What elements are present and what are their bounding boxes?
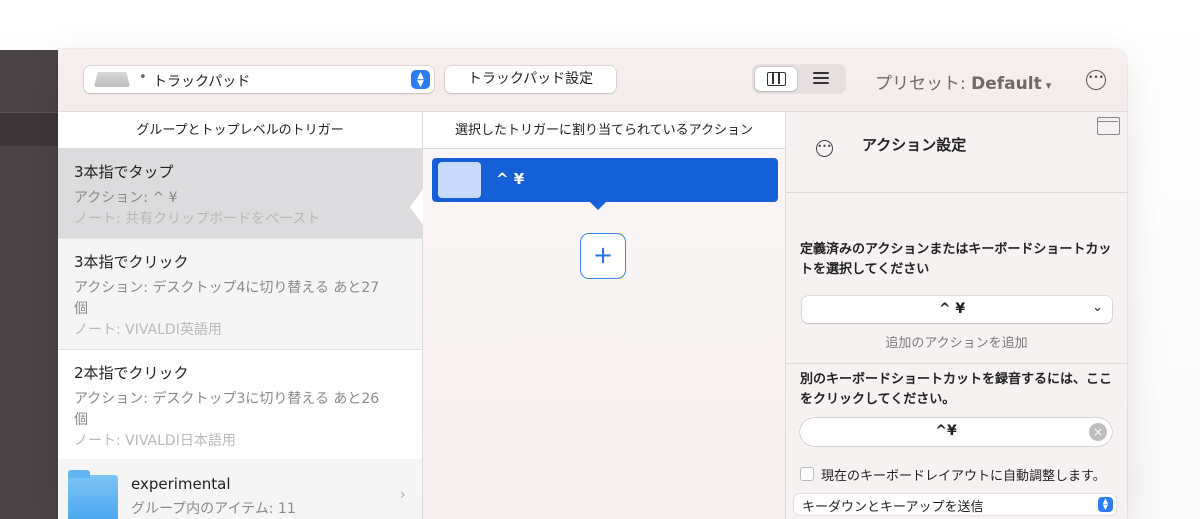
trigger-action: アクション: ^ ¥ <box>74 190 178 206</box>
more-options-icon[interactable]: ••• <box>1086 70 1106 90</box>
add-additional-action-link[interactable]: 追加のアクションを追加 <box>786 332 1127 351</box>
view-mode-segmented-control <box>753 65 845 93</box>
trigger-row[interactable]: 2本指でクリック アクション: デスクトップ3に切り替える あと26個 ノート:… <box>58 350 422 461</box>
shortcut-recorder-field[interactable]: ^¥ × <box>800 418 1112 446</box>
list-icon[interactable] <box>813 72 829 84</box>
add-action-button[interactable]: + <box>580 233 626 279</box>
group-row[interactable]: experimental グループ内のアイテム: 11 › <box>58 459 422 519</box>
trackpad-settings-button[interactable]: トラックパッド設定 <box>445 66 616 93</box>
auto-adjust-label: 現在のキーボードレイアウトに自動調整します。 <box>821 469 1106 484</box>
divider <box>786 363 1127 364</box>
trigger-note: ノート: 共有クリップボードをペースト <box>74 211 321 227</box>
shortcut-select[interactable]: ^ ¥ ⌄ <box>802 296 1112 323</box>
group-item-count: グループ内のアイテム: 11 <box>131 501 296 517</box>
clear-icon[interactable]: × <box>1089 423 1107 441</box>
preset-value: Default <box>971 74 1042 94</box>
folder-icon <box>68 470 118 519</box>
background-window <box>0 50 58 519</box>
trigger-row[interactable]: 3本指でタップ アクション: ^ ¥ ノート: 共有クリップボードをペースト <box>58 149 423 239</box>
trigger-row[interactable]: 3本指でクリック アクション: デスクトップ4に切り替える あと27個 ノート:… <box>58 239 422 350</box>
popup-stepper-icon: ▲ ▼ <box>1098 497 1113 512</box>
inspector-title: アクション設定 <box>862 136 967 154</box>
trigger-action: アクション: デスクトップ4に切り替える あと27個 <box>74 280 380 317</box>
toolbar: • トラックパッド ▲ ▼ トラックパッド設定 プリセット: Default ▾ •… <box>58 49 1127 112</box>
preset-menu[interactable]: プリセット: Default ▾ <box>875 69 1051 94</box>
window-icon[interactable] <box>1097 117 1120 135</box>
chevron-right-icon: › <box>400 487 406 503</box>
section-description: 別のキーボードショートカットを録音するには、ここをクリックしてください。 <box>800 372 1113 407</box>
action-list-header: 選択したトリガーに割り当てられているアクション <box>423 112 785 149</box>
trigger-title: 3本指でタップ <box>74 163 174 181</box>
auto-adjust-checkbox[interactable] <box>800 467 814 481</box>
divider <box>786 192 1127 193</box>
trigger-note: ノート: VIVALDI英語用 <box>74 322 222 338</box>
action-row[interactable]: ^ ¥ <box>432 158 778 210</box>
shortcut-value: ^ ¥ <box>938 301 966 317</box>
trigger-note: ノート: VIVALDI日本語用 <box>74 433 236 449</box>
column-view-button[interactable] <box>755 67 797 91</box>
trigger-action: アクション: デスクトップ3に切り替える あと26個 <box>74 391 380 428</box>
chevron-down-icon: ▾ <box>1045 79 1052 92</box>
trackpad-icon <box>94 72 130 87</box>
send-mode-select[interactable]: キーダウンとキーアップを送信 ▲ ▼ <box>794 494 1116 515</box>
inspector-header: ••• アクション設定 <box>786 112 1127 192</box>
bullet: • <box>139 70 147 85</box>
preset-prefix: プリセット: <box>875 74 966 94</box>
trigger-type-label: トラックパッド <box>153 74 251 90</box>
section-description: 定義済みのアクションまたはキーボードショートカットを選択してください <box>800 242 1112 277</box>
group-name: experimental <box>131 475 231 493</box>
action-list-pane: 選択したトリガーに割り当てられているアクション ^ ¥ + <box>423 112 786 519</box>
trigger-list-header: グループとトップレベルのトリガー <box>58 112 422 149</box>
chevron-down-icon: ⌄ <box>1092 300 1103 315</box>
trigger-title: 2本指でクリック <box>74 364 189 382</box>
action-inspector: ••• アクション設定 定義済みのアクションまたはキーボードショートカットを選択… <box>786 112 1127 519</box>
action-shortcut-label: ^ ¥ <box>496 170 525 188</box>
recorded-shortcut: ^¥ <box>935 423 957 439</box>
columns-icon <box>767 72 786 86</box>
action-thumbnail <box>438 162 481 198</box>
trigger-list-pane: グループとトップレベルのトリガー 3本指でタップ アクション: ^ ¥ ノート:… <box>58 112 423 519</box>
popup-stepper-icon: ▲ ▼ <box>411 70 430 89</box>
ellipsis-icon[interactable]: ••• <box>816 140 833 157</box>
app-window: • トラックパッド ▲ ▼ トラックパッド設定 プリセット: Default ▾ •… <box>58 49 1127 519</box>
trigger-title: 3本指でクリック <box>74 253 189 271</box>
send-mode-value: キーダウンとキーアップを送信 <box>802 500 984 515</box>
background-band <box>0 113 58 146</box>
trigger-type-select[interactable]: • トラックパッド ▲ ▼ <box>84 66 434 93</box>
selection-indicator <box>410 189 423 225</box>
